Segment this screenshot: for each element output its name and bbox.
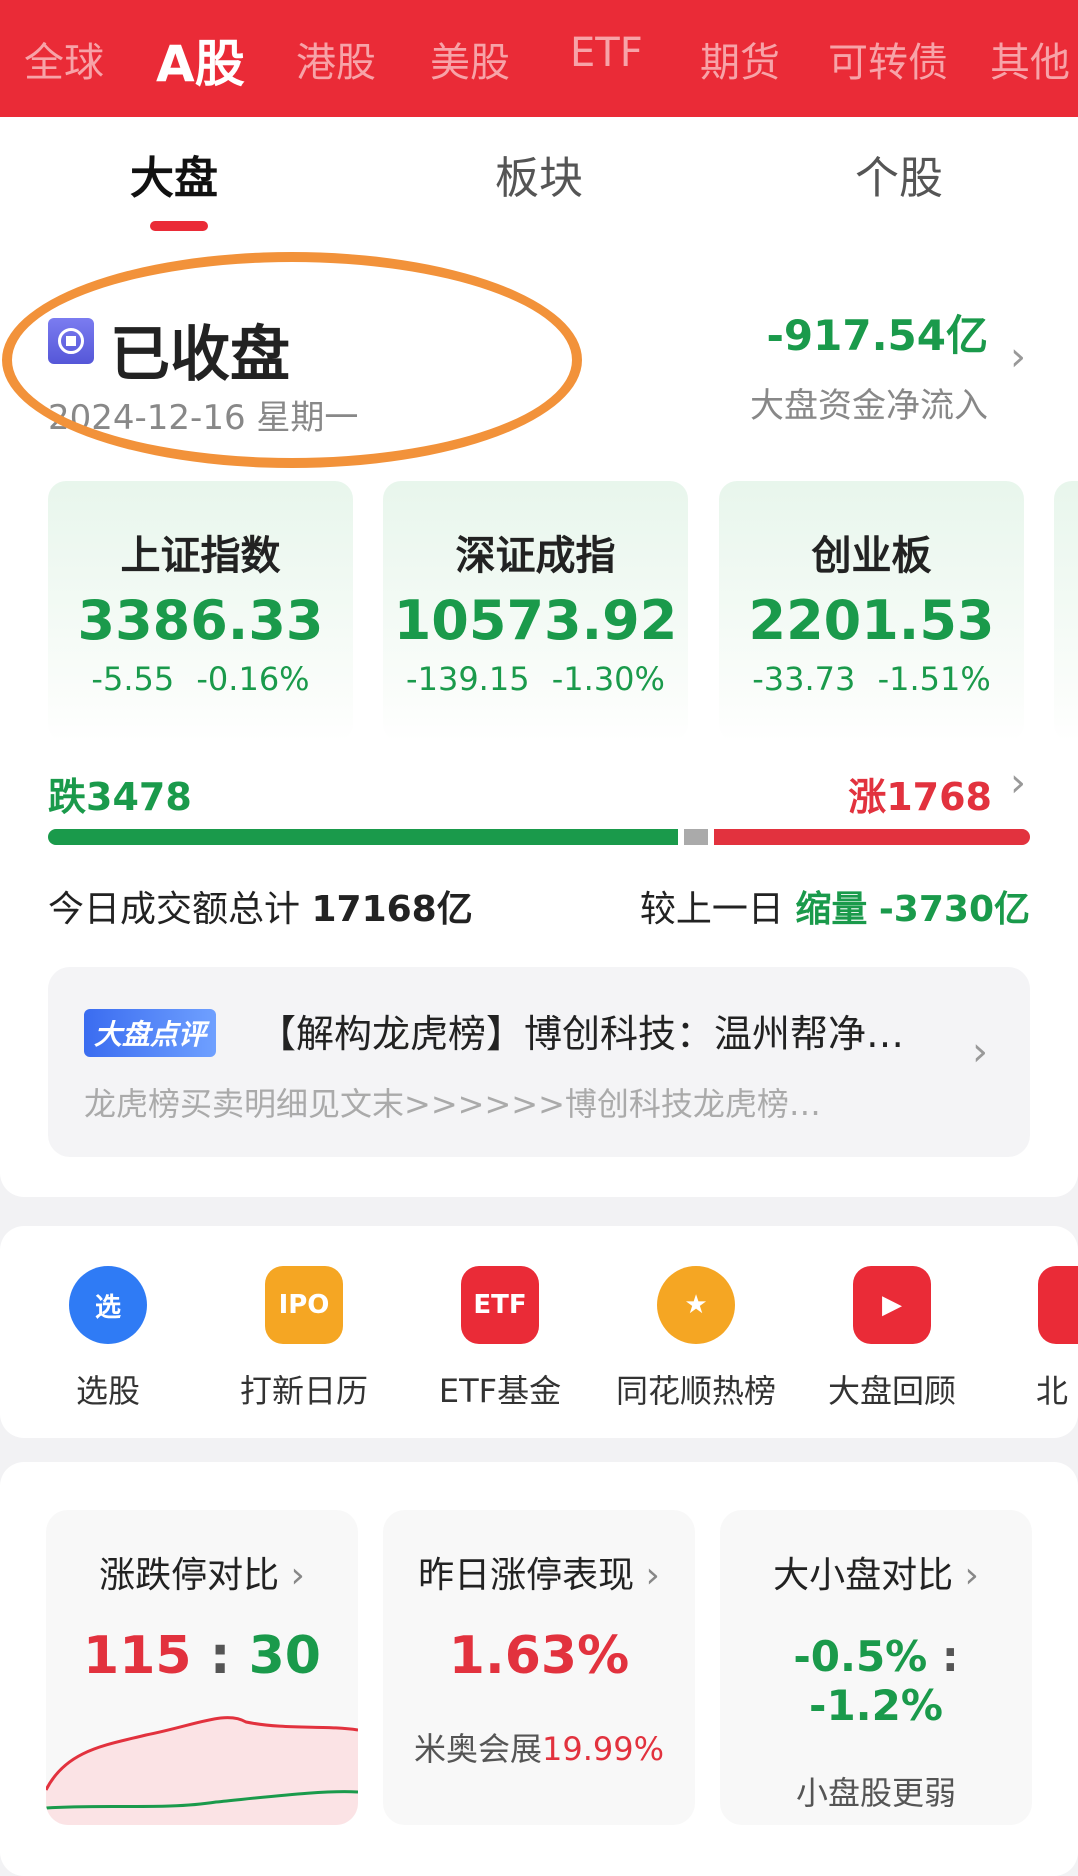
breadth-bar-down: [48, 829, 678, 845]
index-card-chinext[interactable]: 创业板 2201.53 -33.73 -1.51%: [719, 481, 1024, 742]
limit-down-count: 30: [248, 1626, 321, 1686]
tab-global[interactable]: 全球: [24, 30, 104, 88]
cap-comparison-note: 小盘股更弱: [795, 1774, 956, 1812]
tool-label: 北: [1036, 1372, 1069, 1410]
separator: :: [941, 1632, 959, 1681]
compare-label: 较上一日: [639, 889, 784, 930]
tool-etf-fund[interactable]: ETF ETF基金: [420, 1266, 580, 1412]
etf-icon: ETF: [461, 1266, 539, 1344]
turnover-compare: 较上一日 缩量 -3730亿: [640, 880, 1030, 932]
tool-hot-list[interactable]: ★ 同花顺热榜: [616, 1266, 776, 1412]
market-tab-bar: 全球 A股 港股 美股 ETF 期货 可转债 其他: [0, 0, 1078, 117]
turnover-total: 今日成交额总计 17168亿: [48, 880, 473, 932]
turnover-label: 今日成交额总计: [48, 889, 301, 930]
tab-a-shares[interactable]: A股: [156, 24, 245, 96]
index-pct: -0.16%: [196, 660, 310, 698]
large-cap-change: -0.5%: [793, 1632, 928, 1681]
stats-section: 涨跌停对比 › 115 : 30 昨日涨停表现 › 1.63% 米奥会展19.9…: [0, 1462, 1078, 1876]
tool-label: 打新日历: [239, 1372, 368, 1410]
star-badge-icon: ★: [657, 1266, 735, 1344]
index-card-shenzhen[interactable]: 深证成指 10573.92 -139.15 -1.30%: [383, 481, 688, 742]
limit-up-down-card[interactable]: 涨跌停对比 › 115 : 30: [46, 1510, 358, 1825]
chevron-right-icon[interactable]: ›: [1010, 334, 1026, 380]
index-pct: -1.51%: [877, 660, 991, 698]
tab-other[interactable]: 其他: [990, 30, 1070, 88]
tab-us[interactable]: 美股: [430, 30, 510, 88]
limit-up-performance: 1.63%: [448, 1626, 630, 1686]
tool-label: 选股: [75, 1372, 140, 1410]
tool-partial[interactable]: 北: [1010, 1266, 1078, 1412]
yesterday-limit-up-card[interactable]: 昨日涨停表现 › 1.63% 米奥会展19.99%: [383, 1510, 695, 1825]
index-name: 创业板: [811, 533, 932, 579]
tab-etf[interactable]: ETF: [570, 30, 643, 76]
breadth-bar-flat: [683, 829, 708, 845]
breadth-bar-up: [713, 829, 1030, 845]
tab-futures[interactable]: 期货: [700, 30, 780, 88]
top-stock-pct: 19.99%: [542, 1730, 665, 1768]
turnover-delta: -3730亿: [878, 889, 1030, 930]
chevron-right-icon: ›: [645, 1555, 660, 1596]
decliners-count: 跌3478: [48, 775, 192, 819]
tools-section: 选选股 IPO 打新日历 ETF ETF基金 ★ 同花顺热榜 ▶ 大盘回顾 北: [0, 1226, 1078, 1438]
tool-label: 大盘回顾: [827, 1372, 956, 1410]
net-flow-label: 大盘资金净流入: [750, 386, 988, 426]
card-title: 涨跌停对比: [99, 1555, 280, 1596]
chevron-right-icon[interactable]: ›: [1010, 760, 1026, 806]
tool-label: 同花顺热榜: [616, 1372, 777, 1410]
index-change: -139.15: [406, 660, 530, 698]
index-change: -33.73: [752, 660, 856, 698]
limit-sparkline: [46, 1716, 358, 1825]
commentary-badge: 大盘点评: [84, 1009, 217, 1057]
net-flow-value[interactable]: -917.54亿: [766, 302, 988, 363]
chevron-right-icon: ›: [964, 1555, 979, 1596]
chevron-right-icon[interactable]: ›: [972, 1029, 988, 1075]
index-card-shanghai[interactable]: 上证指数 3386.33 -5.55 -0.16%: [48, 481, 353, 742]
index-name: 上证指数: [120, 533, 281, 579]
partial-icon: [1038, 1266, 1078, 1344]
commentary-title: 【解构龙虎榜】博创科技：温州帮净…: [258, 1012, 905, 1056]
turnover-trend: 缩量: [795, 889, 868, 930]
active-tab-indicator: [150, 221, 208, 231]
stock-picker-icon: 选: [69, 1266, 147, 1344]
breadth-bar: [48, 829, 1030, 845]
index-value: 10573.92: [393, 589, 678, 652]
tool-market-review[interactable]: ▶ 大盘回顾: [812, 1266, 972, 1412]
separator: :: [209, 1626, 231, 1686]
card-title: 大小盘对比: [773, 1555, 954, 1596]
large-small-cap-card[interactable]: 大小盘对比 › -0.5% : -1.2% 小盘股更弱: [720, 1510, 1032, 1825]
index-card-partial[interactable]: [1054, 481, 1078, 742]
advancers-count: 涨1768: [848, 775, 992, 819]
annotation-ellipse: [2, 252, 582, 468]
subtab-sectors[interactable]: 板块: [495, 142, 583, 206]
index-value: 3386.33: [77, 589, 324, 652]
index-change: -5.55: [91, 660, 175, 698]
video-review-icon: ▶: [853, 1266, 931, 1344]
index-value: 2201.53: [748, 589, 995, 652]
chevron-right-icon: ›: [290, 1555, 305, 1596]
index-name: 深证成指: [455, 533, 616, 579]
tool-label: ETF基金: [438, 1372, 562, 1410]
small-cap-change: -1.2%: [809, 1681, 943, 1730]
turnover-value: 17168亿: [311, 889, 473, 930]
ipo-calendar-icon: IPO: [265, 1266, 343, 1344]
card-title: 昨日涨停表现: [418, 1555, 635, 1596]
subtab-market[interactable]: 大盘: [130, 142, 218, 206]
tool-stock-picker[interactable]: 选选股: [28, 1266, 188, 1412]
limit-up-count: 115: [83, 1626, 192, 1686]
top-stock-name: 米奥会展: [413, 1730, 542, 1768]
tab-hk[interactable]: 港股: [296, 30, 376, 88]
subtab-stocks[interactable]: 个股: [855, 142, 943, 206]
limit-up-area: [46, 1717, 358, 1825]
tab-convertible[interactable]: 可转债: [828, 30, 948, 88]
commentary-summary: 龙虎榜买卖明细见文末>>>>>>博创科技龙虎榜…: [84, 1085, 821, 1123]
market-commentary-card[interactable]: 大盘点评 【解构龙虎榜】博创科技：温州帮净… 龙虎榜买卖明细见文末>>>>>>博…: [48, 967, 1030, 1157]
tool-ipo-calendar[interactable]: IPO 打新日历: [224, 1266, 384, 1412]
index-pct: -1.30%: [551, 660, 665, 698]
